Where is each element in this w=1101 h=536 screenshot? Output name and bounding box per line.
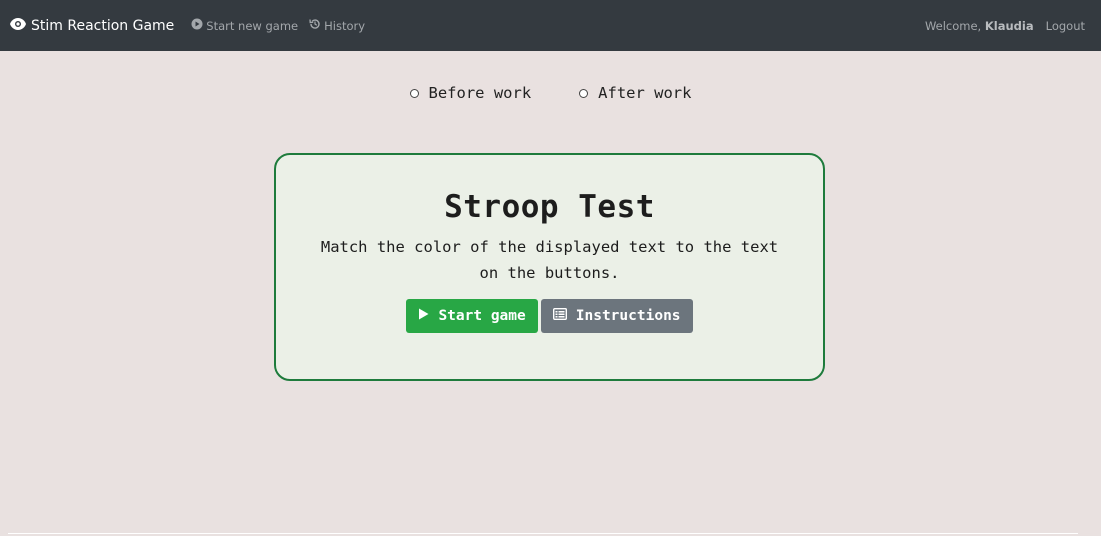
welcome-prefix: Welcome, — [924, 18, 982, 33]
play-icon — [418, 308, 438, 324]
user-area: Welcome, Klaudia Logout — [925, 19, 1091, 33]
page-divider — [8, 533, 1078, 534]
card-subtitle: Match the color of the displayed text to… — [320, 238, 779, 282]
nav-start-new-game-label: Start new game — [206, 18, 299, 33]
card-title: Stroop Test — [444, 189, 655, 225]
mode-selector: Before work After work — [0, 84, 1101, 102]
nav-start-new-game[interactable]: Start new game — [191, 18, 298, 33]
welcome-text: Welcome, Klaudia — [925, 19, 1034, 33]
radio-after-work-label: After work — [598, 84, 692, 102]
instructions-button[interactable]: Instructions — [540, 299, 693, 333]
radio-before-work-label: Before work — [428, 84, 532, 102]
card-actions: Start game Instructions — [276, 299, 823, 333]
nav-history-label: History — [324, 18, 366, 33]
play-circle-icon — [191, 18, 206, 33]
instructions-label: Instructions — [575, 308, 681, 324]
brand-label: Stim Reaction Game — [31, 17, 175, 34]
radio-before-work[interactable]: Before work — [409, 84, 532, 102]
list-icon — [552, 307, 576, 324]
navbar: Stim Reaction Game Start new game Histor… — [0, 0, 1101, 51]
stroop-card: Stroop Test Match the color of the displ… — [274, 153, 825, 381]
username: Klaudia — [984, 18, 1034, 33]
eye-icon — [10, 17, 31, 34]
history-icon — [309, 18, 324, 33]
brand-link[interactable]: Stim Reaction Game — [10, 17, 175, 34]
radio-after-work[interactable]: After work — [579, 84, 691, 102]
radio-circle-icon[interactable] — [409, 88, 419, 98]
nav-history[interactable]: History — [309, 18, 365, 33]
start-game-label: Start game — [438, 308, 526, 324]
logout-link[interactable]: Logout — [1046, 19, 1085, 33]
start-game-button[interactable]: Start game — [406, 299, 538, 333]
radio-circle-icon[interactable] — [579, 88, 589, 98]
